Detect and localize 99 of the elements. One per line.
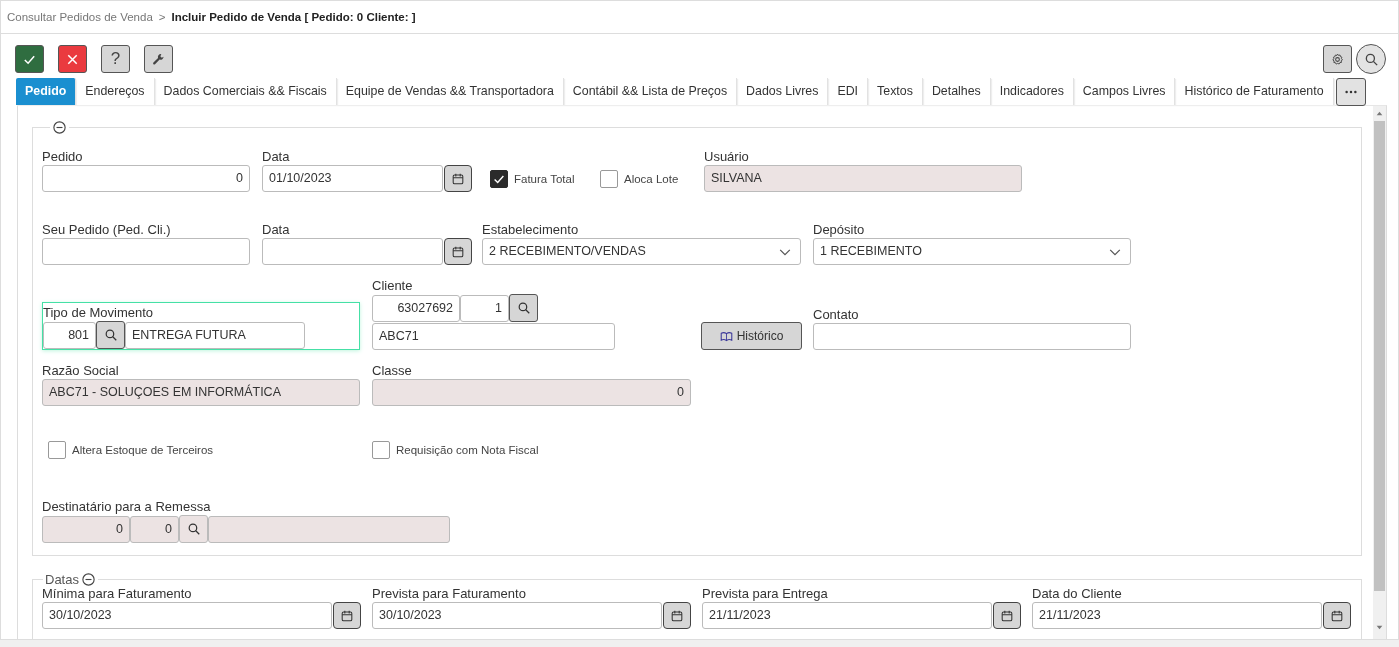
search-icon: [516, 301, 531, 315]
input-field[interactable]: [813, 323, 1131, 350]
scroll-up-icon: [1375, 109, 1384, 118]
input-field[interactable]: 21/11/2023: [702, 602, 992, 629]
search-icon: [1363, 51, 1379, 67]
tab[interactable]: Campos Livres: [1073, 78, 1176, 105]
tab[interactable]: EDI: [828, 78, 869, 105]
input-field[interactable]: 0: [130, 515, 179, 543]
collapse-icon[interactable]: [80, 571, 96, 587]
section-title: Datas: [45, 571, 79, 587]
checkbox[interactable]: [48, 441, 66, 459]
settings-button[interactable]: [1323, 45, 1352, 73]
book-icon: [719, 329, 733, 343]
dropdown[interactable]: 2 RECEBIMENTO/VENDAS: [482, 238, 801, 265]
checkbox-label: Aloca Lote: [624, 173, 679, 185]
checkbox-label: Requisição com Nota Fiscal: [396, 444, 539, 456]
tab[interactable]: Dados Comerciais && Fiscais: [154, 78, 337, 105]
input-field[interactable]: 0: [372, 379, 691, 406]
field-label: Prevista para Entrega: [702, 586, 829, 602]
input-field[interactable]: 1: [460, 294, 509, 322]
field-label: Estabelecimento: [482, 222, 580, 238]
field-label: Pedido: [42, 149, 84, 165]
field-label: Prevista para Faturamento: [372, 586, 527, 602]
calendar-button[interactable]: [993, 602, 1021, 629]
search-button[interactable]: [509, 294, 538, 322]
input-field[interactable]: 63027692: [372, 294, 460, 322]
history-button[interactable]: Histórico: [701, 322, 802, 350]
input-field[interactable]: [42, 238, 250, 265]
input-field[interactable]: 0: [42, 515, 130, 543]
input-field[interactable]: ABC71: [372, 323, 615, 350]
field-label: Mínima para Faturamento: [42, 586, 193, 602]
tab[interactable]: Pedido: [16, 78, 77, 105]
tab[interactable]: Detalhes: [922, 78, 991, 105]
tab[interactable]: Dados Livres: [737, 78, 829, 105]
calendar-button[interactable]: [333, 602, 361, 629]
field-label: Classe: [372, 363, 413, 379]
calendar-icon: [670, 608, 684, 623]
calendar-icon: [1000, 608, 1014, 623]
dropdown[interactable]: 1 RECEBIMENTO: [813, 238, 1131, 265]
tab[interactable]: Equipe de Vendas && Transportadora: [336, 78, 564, 105]
scroll-down-icon: [1375, 623, 1384, 632]
field-label: Depósito: [813, 222, 866, 238]
checkbox-label: Altera Estoque de Terceiros: [72, 444, 214, 456]
search-button[interactable]: [96, 321, 125, 349]
breadcrumb-separator: >: [158, 11, 166, 23]
checkbox-label: Fatura Total: [514, 173, 575, 185]
field-label: Data: [262, 149, 291, 165]
confirm-button[interactable]: [15, 45, 44, 73]
tab[interactable]: Textos: [868, 78, 923, 105]
calendar-icon: [451, 244, 465, 259]
calendar-button[interactable]: [444, 238, 472, 265]
collapse-icon[interactable]: [52, 119, 67, 135]
search-icon: [186, 522, 201, 536]
input-field[interactable]: 801: [43, 321, 96, 349]
input-field[interactable]: ENTREGA FUTURA: [125, 321, 305, 349]
checkbox[interactable]: [600, 170, 618, 188]
scrollbar-thumb[interactable]: [1374, 121, 1385, 591]
calendar-button[interactable]: [1323, 602, 1351, 629]
field-label: Contato: [813, 307, 860, 323]
help-button[interactable]: ?: [101, 45, 130, 73]
checkbox[interactable]: [372, 441, 390, 459]
wrench-icon: [151, 51, 166, 67]
tab[interactable]: Endereços: [76, 78, 155, 105]
input-field[interactable]: 0: [42, 165, 250, 192]
more-button[interactable]: [1335, 78, 1366, 106]
field-label: Usuário: [704, 149, 750, 165]
search-icon: [103, 328, 118, 342]
field-label: Destinatário para a Remessa: [42, 499, 212, 515]
input-field[interactable]: 21/11/2023: [1032, 602, 1322, 629]
field-label: Data do Cliente: [1032, 586, 1123, 602]
field-label: Razão Social: [42, 363, 120, 379]
tab[interactable]: Indicadores: [990, 78, 1074, 105]
calendar-button[interactable]: [444, 165, 472, 192]
input-field[interactable]: 30/10/2023: [372, 602, 662, 629]
field-label: Seu Pedido (Ped. Cli.): [42, 222, 172, 238]
input-field[interactable]: SILVANA: [704, 165, 1022, 192]
tab[interactable]: Histórico de Faturamento: [1175, 78, 1334, 105]
breadcrumb-link[interactable]: Consultar Pedidos de Venda: [7, 11, 153, 23]
input-field[interactable]: 30/10/2023: [42, 602, 332, 629]
cancel-button[interactable]: [58, 45, 87, 73]
input-field[interactable]: ABC71 - SOLUÇOES EM INFORMÁTICA: [42, 379, 360, 406]
calendar-icon: [1330, 608, 1344, 623]
search-button[interactable]: [179, 515, 208, 543]
calendar-icon: [340, 608, 354, 623]
calendar-button[interactable]: [663, 602, 691, 629]
field-label: Cliente: [372, 278, 414, 294]
input-field[interactable]: [208, 515, 450, 543]
settings-icon: [1330, 51, 1345, 67]
tools-button[interactable]: [144, 45, 173, 73]
scrollbar[interactable]: [1373, 106, 1386, 639]
page-title: Incluir Pedido de Venda [ Pedido: 0 Cliente: ]: [171, 11, 416, 23]
tab[interactable]: Contábil && Lista de Preços: [563, 78, 738, 105]
input-field[interactable]: [262, 238, 443, 265]
field-label: Tipo de Movimento: [43, 305, 155, 321]
field-label: Data: [262, 222, 291, 238]
calendar-icon: [451, 171, 465, 186]
search-button[interactable]: [1356, 44, 1386, 74]
checkbox[interactable]: [490, 170, 508, 188]
input-field[interactable]: 01/10/2023: [262, 165, 443, 192]
